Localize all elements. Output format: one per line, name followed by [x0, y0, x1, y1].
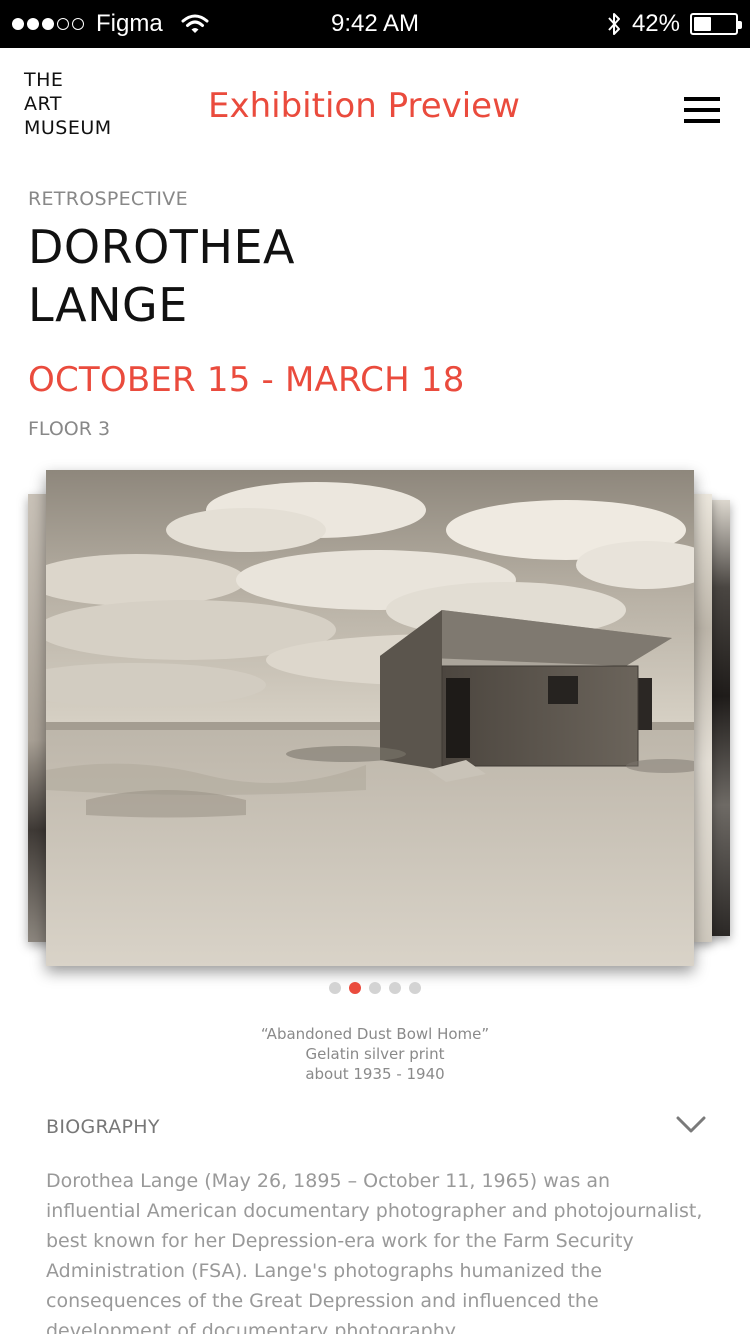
battery-percentage: 42%	[631, 10, 680, 37]
exhibition-dates: OCTOBER 15 - MARCH 18	[28, 360, 465, 400]
biography-toggle[interactable]: BIOGRAPHY	[46, 1112, 710, 1144]
carousel-pagination[interactable]	[0, 982, 750, 994]
carousel-page-dot[interactable]	[389, 982, 401, 994]
exhibition-floor: FLOOR 3	[28, 418, 111, 440]
chevron-down-icon[interactable]	[676, 1116, 706, 1134]
artwork-carousel[interactable]	[0, 466, 750, 976]
hamburger-menu-icon[interactable]	[684, 97, 720, 123]
biography-text: Dorothea Lange (May 26, 1895 – October 1…	[46, 1170, 703, 1334]
carousel-page-dot[interactable]	[349, 982, 361, 994]
status-bar: Figma 9:42 AM 42%	[0, 0, 750, 48]
exhibition-type: RETROSPECTIVE	[28, 188, 188, 210]
artwork-medium: Gelatin silver print	[305, 1045, 445, 1063]
artwork-caption: “Abandoned Dust Bowl Home” Gelatin silve…	[0, 1024, 750, 1084]
biography-title: BIOGRAPHY	[46, 1116, 160, 1138]
artwork-photo[interactable]	[46, 470, 694, 966]
logo-line: MUSEUM	[24, 117, 112, 139]
bluetooth-icon	[608, 13, 620, 35]
carousel-page-dot[interactable]	[329, 982, 341, 994]
status-bar-right: 42%	[606, 0, 742, 48]
exhibition-title-line: DOROTHEA	[28, 220, 296, 274]
carousel-page-dot[interactable]	[369, 982, 381, 994]
battery-icon	[690, 13, 742, 35]
logo-line: ART	[24, 93, 62, 115]
carousel-page-dot[interactable]	[409, 982, 421, 994]
artwork-title: “Abandoned Dust Bowl Home”	[260, 1025, 490, 1043]
logo-line: THE	[24, 69, 64, 91]
museum-logo[interactable]: THE ART MUSEUM	[24, 68, 112, 140]
page-title: Exhibition Preview	[208, 86, 520, 126]
exhibition-title-line: LANGE	[28, 278, 188, 332]
artwork-image	[46, 470, 694, 966]
exhibition-title: DOROTHEA LANGE	[28, 218, 295, 334]
artwork-date: about 1935 - 1940	[305, 1065, 445, 1083]
